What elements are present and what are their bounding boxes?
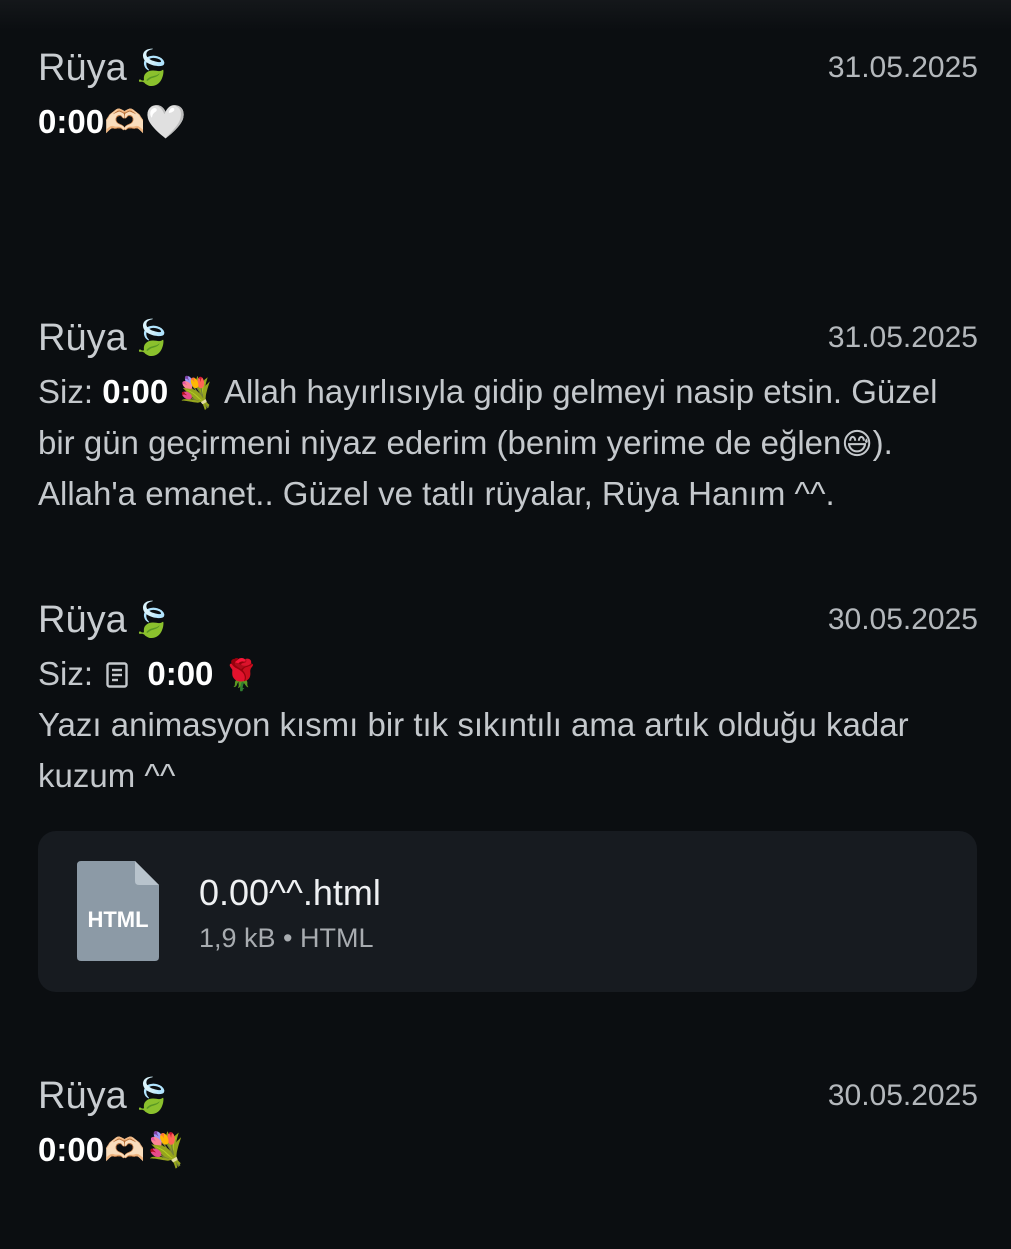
leaf-emoji-icon: 🍃 bbox=[130, 1077, 174, 1115]
sweat-smile-emoji-icon: 😅 bbox=[841, 428, 873, 461]
you-prefix: Siz: bbox=[38, 373, 94, 410]
message-date: 30.05.2025 bbox=[827, 603, 978, 636]
sender-name: Rüya 🍃 bbox=[38, 595, 173, 645]
time-text: 0:00 bbox=[147, 655, 214, 692]
you-prefix: Siz: bbox=[38, 655, 94, 692]
top-status-fade bbox=[0, 0, 1011, 30]
bouquet-emoji-icon: 💐 bbox=[177, 377, 215, 410]
file-meta: 1,9 kB • HTML bbox=[199, 923, 374, 953]
file-name: 0.00^^.html bbox=[199, 872, 381, 913]
preview-text: 0:00🫶🏻🤍 bbox=[38, 103, 187, 140]
message-preview: Siz: 0:00 💐 Allah hayırlısıyla gidip gel… bbox=[38, 366, 978, 519]
chat-item-header: Rüya 🍃 31.05.2025 bbox=[38, 313, 978, 363]
sender-label: Rüya bbox=[38, 317, 127, 359]
leaf-emoji-icon: 🍃 bbox=[130, 319, 174, 357]
chat-item-1[interactable]: Rüya 🍃 31.05.2025 0:00🫶🏻🤍 bbox=[38, 43, 978, 147]
preview-text: 0:00🫶🏻💐 bbox=[38, 1131, 187, 1168]
message-text: Allah hayırlısıyla gidip gelmeyi nasip e… bbox=[38, 373, 938, 461]
sender-label: Rüya bbox=[38, 47, 127, 89]
sender-label: Rüya bbox=[38, 599, 127, 641]
message-text: Yazı animasyon kısmı bir tık sıkıntılı a… bbox=[38, 706, 909, 794]
message-preview: Siz: 0:00 🌹 Yazı animasyon kısmı bir tık… bbox=[38, 648, 978, 801]
leaf-emoji-icon: 🍃 bbox=[130, 49, 174, 87]
message-date: 30.05.2025 bbox=[827, 1079, 978, 1112]
chat-item-header: Rüya 🍃 30.05.2025 bbox=[38, 595, 978, 645]
message-preview: 0:00🫶🏻🤍 bbox=[38, 96, 978, 147]
chat-item-3[interactable]: Rüya 🍃 30.05.2025 Siz: 0:00 🌹 Yazı anima… bbox=[38, 595, 978, 801]
file-type-label: HTML bbox=[87, 907, 149, 932]
message-date: 31.05.2025 bbox=[827, 321, 978, 354]
file-attachment-card[interactable]: HTML 0.00^^.html 1,9 kB • HTML bbox=[38, 831, 977, 992]
document-icon bbox=[106, 662, 128, 688]
sender-name: Rüya 🍃 bbox=[38, 1071, 173, 1121]
message-preview: 0:00🫶🏻💐 bbox=[38, 1124, 978, 1175]
time-text: 0:00 bbox=[102, 373, 169, 410]
sender-label: Rüya bbox=[38, 1075, 127, 1117]
rose-emoji-icon: 🌹 bbox=[222, 659, 260, 692]
leaf-emoji-icon: 🍃 bbox=[130, 601, 174, 639]
html-file-icon: HTML bbox=[77, 861, 159, 961]
sender-name: Rüya 🍃 bbox=[38, 43, 173, 93]
chat-item-header: Rüya 🍃 31.05.2025 bbox=[38, 43, 978, 93]
sender-name: Rüya 🍃 bbox=[38, 313, 173, 363]
chat-item-header: Rüya 🍃 30.05.2025 bbox=[38, 1071, 978, 1121]
chat-item-4[interactable]: Rüya 🍃 30.05.2025 0:00🫶🏻💐 bbox=[38, 1071, 978, 1175]
chat-item-2[interactable]: Rüya 🍃 31.05.2025 Siz: 0:00 💐 Allah hayı… bbox=[38, 313, 978, 519]
message-date: 31.05.2025 bbox=[827, 51, 978, 84]
